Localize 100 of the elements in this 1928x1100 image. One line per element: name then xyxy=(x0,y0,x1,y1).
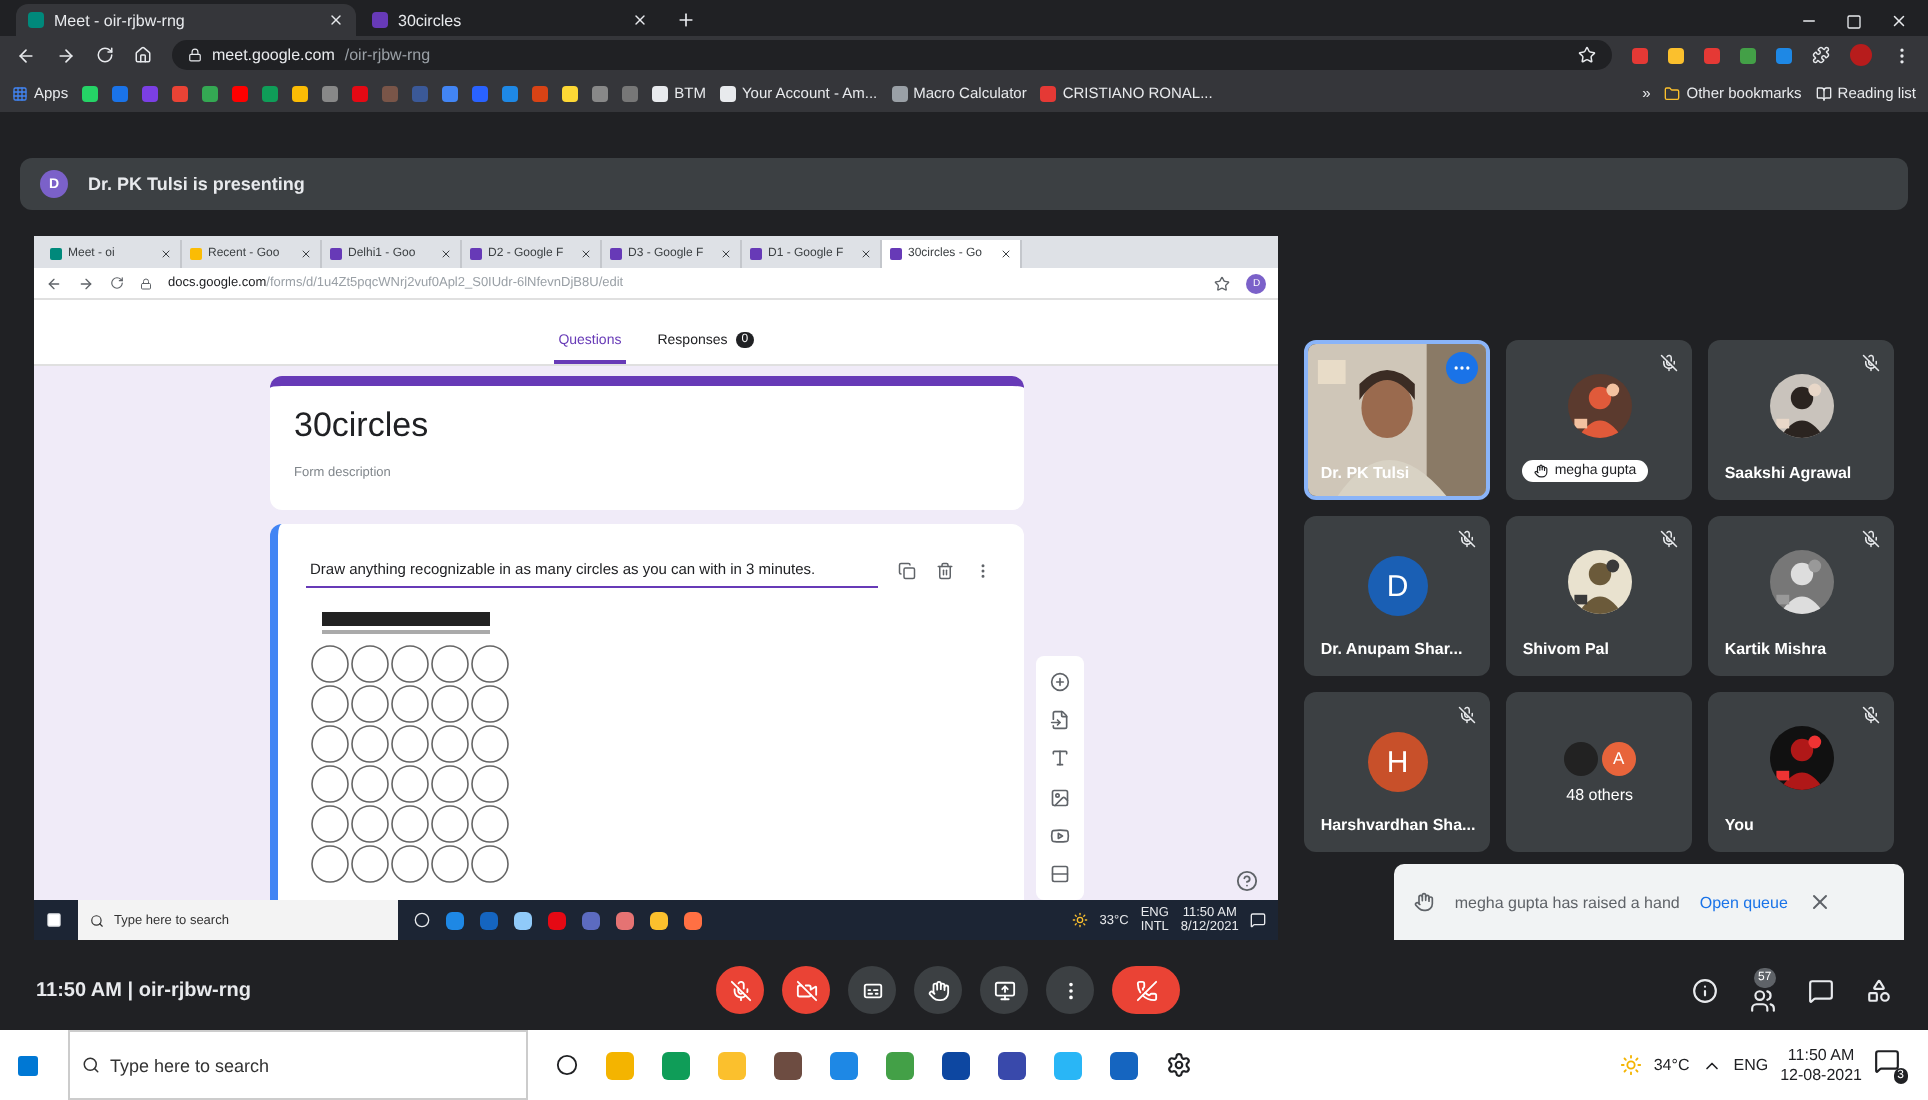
tab-icon xyxy=(190,248,202,260)
image-icon[interactable] xyxy=(1050,787,1070,808)
participant-name: Harshvardhan Sha... xyxy=(1320,816,1476,834)
close-icon[interactable] xyxy=(860,248,872,260)
participant-name: Saakshi Agrawal xyxy=(1724,464,1852,482)
apps-icon xyxy=(12,85,28,101)
activities-icon[interactable] xyxy=(1866,977,1892,1003)
browser-tab[interactable]: Meet - oir-rjbw-rng xyxy=(16,4,356,36)
new-tab-icon[interactable] xyxy=(676,10,696,30)
title-icon[interactable] xyxy=(1050,748,1070,769)
tab-icon xyxy=(50,248,62,260)
search-icon xyxy=(82,1056,100,1074)
presenting-text: Dr. PK Tulsi is presenting xyxy=(88,174,305,194)
mic-button[interactable] xyxy=(716,966,764,1014)
raise-hand-button[interactable] xyxy=(914,966,962,1014)
captions-icon xyxy=(861,979,883,1001)
participant-avatar: D xyxy=(1367,556,1428,616)
back-icon[interactable] xyxy=(16,45,36,65)
clock[interactable]: 11:50 AM 12-08-2021 xyxy=(1780,1046,1862,1084)
tab-icon xyxy=(372,12,388,28)
maximize-icon[interactable] xyxy=(1846,13,1862,29)
close-icon[interactable] xyxy=(440,248,452,260)
weather-icon xyxy=(1071,912,1088,928)
mic-off-icon xyxy=(1660,530,1679,548)
notifications-icon[interactable] xyxy=(1250,912,1267,928)
extension-icon[interactable] xyxy=(1668,47,1684,63)
present-button[interactable] xyxy=(980,966,1028,1014)
trash-icon[interactable] xyxy=(936,561,954,579)
url-host: meet.google.com xyxy=(212,46,335,64)
extensions-icon[interactable] xyxy=(1812,46,1830,64)
people-icon xyxy=(1750,987,1776,1013)
extension-icon[interactable] xyxy=(1776,47,1792,63)
browser-tab[interactable]: 30circles xyxy=(360,4,660,36)
windows-start-icon[interactable] xyxy=(16,1053,40,1077)
help-icon[interactable] xyxy=(1236,870,1258,892)
tab-icon xyxy=(330,248,342,260)
participant-name: Shivom Pal xyxy=(1522,640,1609,658)
participant-name: You xyxy=(1724,816,1754,834)
address-bar[interactable]: meet.google.com /oir-rjbw-rng xyxy=(172,40,1612,70)
star-icon[interactable] xyxy=(1214,275,1231,291)
camera-off-icon xyxy=(795,979,817,1001)
form-title: 30circles xyxy=(294,406,431,446)
book-icon xyxy=(1815,85,1832,101)
toast-text: megha gupta has raised a hand xyxy=(1454,893,1680,911)
notifications-icon xyxy=(1874,1047,1900,1073)
present-icon xyxy=(993,979,1015,1001)
captions-button[interactable] xyxy=(848,966,896,1014)
tab-icon xyxy=(890,248,902,260)
close-icon[interactable] xyxy=(160,248,172,260)
forward-icon[interactable] xyxy=(78,275,94,291)
close-icon[interactable] xyxy=(720,248,732,260)
taskbar-search[interactable]: Type here to search xyxy=(68,1030,528,1100)
participant-avatar xyxy=(1563,741,1598,775)
url-path: /oir-rjbw-rng xyxy=(344,46,431,64)
participant-name: Dr. PK Tulsi xyxy=(1320,464,1410,482)
folder-icon xyxy=(1664,85,1681,101)
lock-icon xyxy=(140,277,152,289)
section-icon[interactable] xyxy=(1050,864,1070,885)
forward-icon[interactable] xyxy=(56,45,76,65)
close-icon[interactable] xyxy=(580,248,592,260)
add-question-icon[interactable] xyxy=(1050,671,1070,692)
mic-off-icon xyxy=(1660,354,1679,372)
participant-name: 48 others xyxy=(1566,785,1633,803)
hand-icon xyxy=(1414,892,1435,912)
reload-icon[interactable] xyxy=(110,276,124,290)
participant-avatar: H xyxy=(1367,732,1428,792)
tab-icon xyxy=(470,248,482,260)
participant-name: Dr. Anupam Shar... xyxy=(1320,640,1463,658)
open-queue-link[interactable]: Open queue xyxy=(1699,893,1788,911)
mic-off-icon xyxy=(1862,706,1881,724)
temperature: 34°C xyxy=(1653,1056,1690,1074)
tab-icon xyxy=(28,12,44,28)
mic-off-icon xyxy=(1458,530,1477,548)
taskbar-app-icon[interactable] xyxy=(998,1051,1026,1079)
cortana-icon[interactable] xyxy=(556,1054,578,1076)
settings-icon[interactable] xyxy=(1166,1052,1192,1078)
keyboard-language[interactable]: ENG xyxy=(1733,1056,1769,1074)
phone-icon xyxy=(1135,979,1157,1001)
mic-off-icon xyxy=(729,979,751,1001)
participant-name: Kartik Mishra xyxy=(1724,640,1827,658)
back-icon[interactable] xyxy=(46,275,62,291)
hand-icon xyxy=(1534,464,1549,478)
home-icon[interactable] xyxy=(134,46,152,64)
lock-icon xyxy=(188,48,202,62)
taskbar-app-icon[interactable] xyxy=(1110,1051,1138,1079)
video-icon[interactable] xyxy=(1050,825,1070,846)
chat-icon[interactable] xyxy=(1808,977,1834,1003)
camera-button[interactable] xyxy=(782,966,830,1014)
import-icon[interactable] xyxy=(1050,709,1070,730)
info-icon[interactable] xyxy=(1692,977,1718,1003)
tab-icon xyxy=(750,248,762,260)
hand-icon xyxy=(927,979,949,1001)
weather-icon xyxy=(1619,1054,1642,1076)
close-icon[interactable] xyxy=(1000,248,1012,260)
copy-icon[interactable] xyxy=(898,561,916,579)
taskbar-app-icon[interactable] xyxy=(774,1051,802,1079)
close-icon[interactable] xyxy=(300,248,312,260)
taskbar-app-icon[interactable] xyxy=(942,1051,970,1079)
leave-call-button[interactable] xyxy=(1112,966,1180,1014)
extension-icon[interactable] xyxy=(1740,47,1756,63)
